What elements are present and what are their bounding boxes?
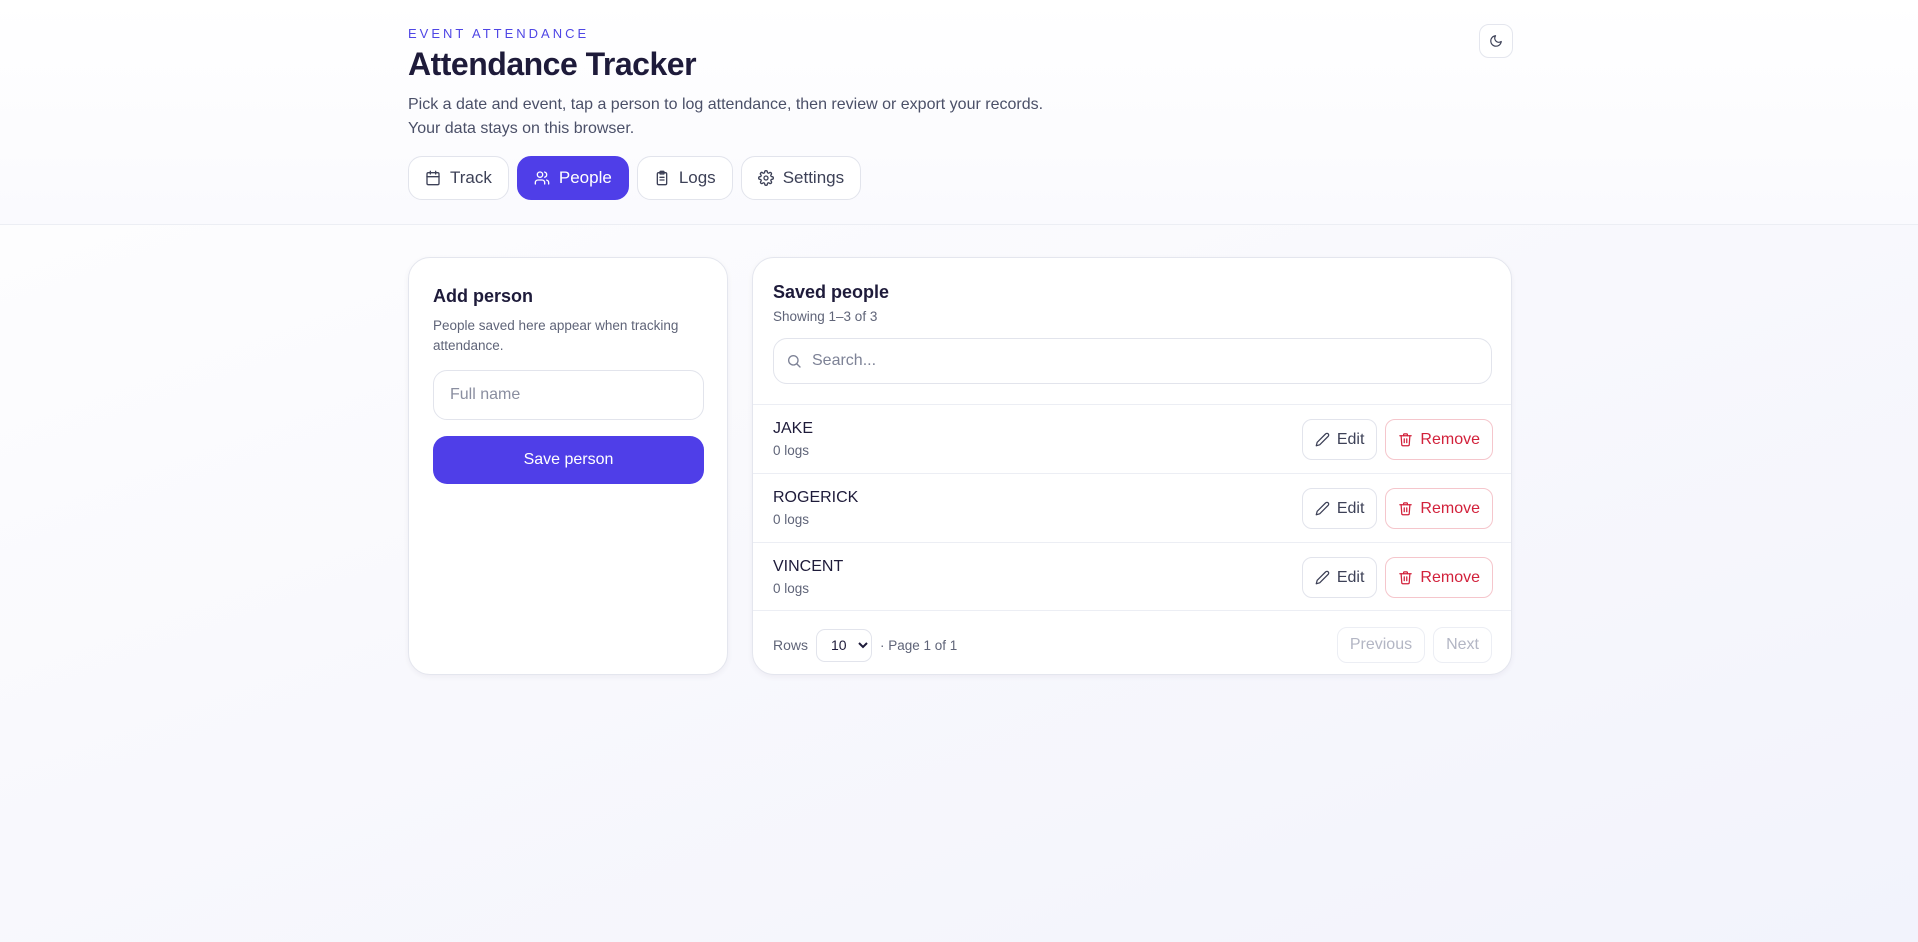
person-name: VINCENT <box>773 558 844 575</box>
person-log-count: 0 logs <box>773 512 810 527</box>
list-item: JAKE 0 logs Edit Remove <box>753 404 1511 473</box>
tab-track-label: Track <box>450 168 492 187</box>
tab-settings-label: Settings <box>782 168 845 187</box>
list-item: ROGERICK 0 logs Edit Remove <box>753 473 1511 542</box>
eyebrow-label: EVENT ATTENDANCE <box>408 26 590 41</box>
person-log-count: 0 logs <box>773 581 810 596</box>
full-name-input[interactable] <box>433 370 704 420</box>
clipboard-icon <box>656 170 668 186</box>
person-log-count: 0 logs <box>773 443 810 458</box>
edit-label: Edit <box>1336 568 1365 586</box>
rows-label: Rows <box>773 637 809 653</box>
calendar-icon <box>426 170 440 186</box>
tab-people[interactable]: People <box>516 156 629 200</box>
remove-label: Remove <box>1420 499 1480 517</box>
tab-track[interactable]: Track <box>408 156 509 200</box>
subtitle-line-1: Pick a date and event, tap a person to l… <box>408 96 1044 113</box>
people-list: JAKE 0 logs Edit Remove ROGERICK 0 logs <box>753 404 1511 611</box>
tab-logs-label: Logs <box>678 168 716 187</box>
pencil-icon <box>1315 432 1330 447</box>
edit-button[interactable]: Edit <box>1301 557 1378 598</box>
row-actions: Edit Remove <box>1301 488 1493 529</box>
trash-icon <box>1399 571 1413 585</box>
moon-icon <box>1490 35 1502 47</box>
rows-per-page-select[interactable]: 10 <box>816 628 873 662</box>
list-item: VINCENT 0 logs Edit Remove <box>753 542 1511 611</box>
users-icon <box>534 171 550 185</box>
next-button[interactable]: Next <box>1433 627 1492 663</box>
person-name: ROGERICK <box>773 489 859 506</box>
tab-settings[interactable]: Settings <box>740 156 862 200</box>
edit-button[interactable]: Edit <box>1301 419 1378 460</box>
search-icon <box>788 355 801 368</box>
row-actions: Edit Remove <box>1301 557 1493 598</box>
showing-count: Showing 1–3 of 3 <box>773 309 878 324</box>
pager: Previous Next <box>1336 627 1492 663</box>
edit-button[interactable]: Edit <box>1301 488 1378 529</box>
page-subtitle: Pick a date and event, tap a person to l… <box>408 93 1108 141</box>
trash-icon <box>1399 502 1413 516</box>
previous-button[interactable]: Previous <box>1336 627 1426 663</box>
gear-icon <box>757 170 774 186</box>
tab-logs[interactable]: Logs <box>636 156 733 200</box>
row-actions: Edit Remove <box>1301 419 1493 460</box>
search-input[interactable] <box>812 352 1491 370</box>
trash-icon <box>1399 433 1413 447</box>
saved-people-card: Saved people Showing 1–3 of 3 JAKE 0 log… <box>752 257 1512 675</box>
save-person-button[interactable]: Save person <box>433 436 704 484</box>
page-title: Attendance Tracker <box>408 46 697 82</box>
pencil-icon <box>1315 570 1330 585</box>
theme-toggle-button[interactable] <box>1479 24 1513 58</box>
remove-label: Remove <box>1420 568 1480 586</box>
edit-label: Edit <box>1336 499 1365 517</box>
pagination-footer: Rows 10 · Page 1 of 1 Previous Next <box>773 627 1492 663</box>
subtitle-line-2: Your data stays on this browser. <box>408 120 635 137</box>
person-name: JAKE <box>773 420 814 437</box>
remove-button[interactable]: Remove <box>1385 488 1493 529</box>
tab-people-label: People <box>558 168 612 187</box>
remove-label: Remove <box>1420 430 1480 448</box>
page-info: · Page 1 of 1 <box>880 637 958 653</box>
remove-button[interactable]: Remove <box>1385 419 1493 460</box>
add-person-card: Add person People saved here appear when… <box>408 257 728 675</box>
search-field[interactable] <box>773 338 1492 384</box>
add-person-title: Add person <box>433 286 534 306</box>
remove-button[interactable]: Remove <box>1385 557 1493 598</box>
pencil-icon <box>1315 501 1330 516</box>
add-person-description: People saved here appear when tracking a… <box>433 318 679 353</box>
saved-people-title: Saved people <box>773 282 890 302</box>
tab-bar: Track People Logs Settings <box>408 156 862 200</box>
edit-label: Edit <box>1336 430 1365 448</box>
